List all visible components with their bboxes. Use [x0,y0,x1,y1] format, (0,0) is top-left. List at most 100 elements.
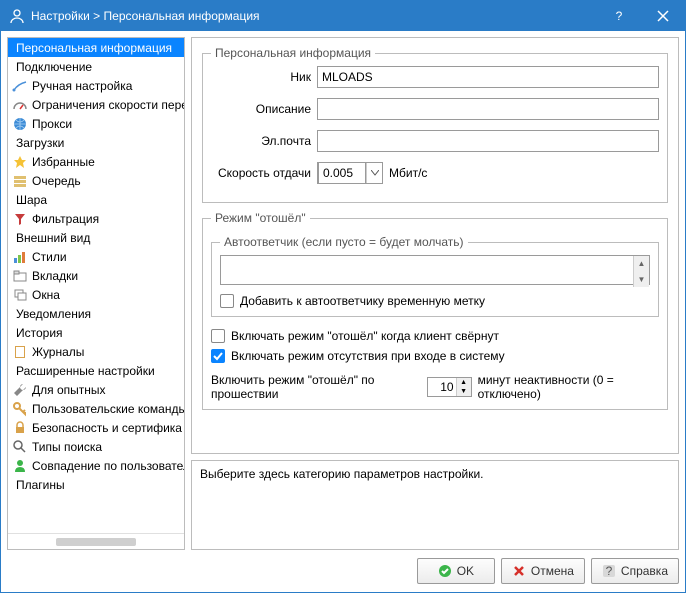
titlebar: Настройки > Персональная информация ? [1,1,685,31]
close-button[interactable] [641,1,685,31]
hint-panel: Выберите здесь категорию параметров наст… [191,460,679,550]
cancel-button-label: Отмена [531,564,574,578]
email-label: Эл.почта [211,134,311,148]
chevron-down-icon[interactable] [366,163,382,183]
personal-info-group: Персональная информация Ник Описание Эл.… [202,46,668,203]
sidebar-item-0[interactable]: Персональная информация [8,38,184,57]
sidebar-item-label: Уведомления [16,307,91,321]
svg-text:?: ? [606,564,613,578]
spinner-down-icon[interactable]: ▼ [457,387,471,396]
sidebar-item-label: Вкладки [32,269,78,283]
cancel-button[interactable]: Отмена [501,558,585,584]
away-on-login-checkbox[interactable] [211,349,225,363]
sidebar-item-8[interactable]: Шара [8,190,184,209]
sidebar-item-label: Фильтрация [32,212,99,226]
sidebar-item-label: Персональная информация [16,41,172,55]
sidebar-item-5[interactable]: Загрузки [8,133,184,152]
lock-icon [12,420,28,436]
sidebar-item-10[interactable]: Внешний вид [8,228,184,247]
hint-text: Выберите здесь категорию параметров наст… [200,467,483,481]
sidebar-item-label: Шара [16,193,47,207]
filter-icon [12,211,28,227]
description-input[interactable] [317,98,659,120]
sidebar-item-20[interactable]: Безопасность и сертифика [8,418,184,437]
sidebar-item-label: Стили [32,250,67,264]
away-on-login-label: Включать режим отсутствия при входе в си… [231,349,505,363]
textarea-scrollbar[interactable]: ▲ ▼ [633,256,649,287]
sidebar-item-1[interactable]: Подключение [8,57,184,76]
away-mode-group: Режим "отошёл" Автоответчик (если пусто … [202,211,668,410]
window-title: Настройки > Персональная информация [31,9,597,23]
sidebar-item-13[interactable]: Окна [8,285,184,304]
sidebar-item-17[interactable]: Расширенные настройки [8,361,184,380]
sidebar-item-4[interactable]: Прокси [8,114,184,133]
sidebar-item-21[interactable]: Типы поиска [8,437,184,456]
idle-minutes-spinner[interactable]: ▲ ▼ [427,377,472,397]
away-mode-legend: Режим "отошёл" [211,211,310,225]
idle-minutes-input[interactable] [428,378,456,396]
sidebar-item-label: Совпадение по пользовател [32,459,184,473]
sidebar-item-label: Безопасность и сертифика [32,421,182,435]
sidebar-item-label: Для опытных [32,383,106,397]
svg-text:?: ? [616,9,623,23]
sidebar-item-11[interactable]: Стили [8,247,184,266]
sidebar-item-19[interactable]: Пользовательские команды [8,399,184,418]
autoresponder-input[interactable] [220,255,650,285]
queue-icon [12,173,28,189]
sidebar-item-16[interactable]: Журналы [8,342,184,361]
user-icon [9,8,25,24]
sidebar-item-7[interactable]: Очередь [8,171,184,190]
help-button[interactable]: ? [597,1,641,31]
category-sidebar: Персональная информация Подключение Ручная… [7,37,185,550]
add-timestamp-checkbox[interactable] [220,294,234,308]
sidebar-item-label: Журналы [32,345,84,359]
key-icon [12,401,28,417]
autoresponder-legend: Автоответчик (если пусто = будет молчать… [220,235,468,249]
sidebar-item-23[interactable]: Плагины [8,475,184,494]
away-on-minimize-checkbox[interactable] [211,329,225,343]
nick-label: Ник [211,70,311,84]
help-footer-button[interactable]: ? Справка [591,558,679,584]
sidebar-item-label: Типы поиска [32,440,102,454]
star-icon [12,154,28,170]
help-footer-label: Справка [621,564,668,578]
ok-button-label: OK [457,564,474,578]
cross-icon [512,564,526,578]
sidebar-item-6[interactable]: Избранные [8,152,184,171]
idle-prefix-label: Включить режим "отошёл" по прошествии [211,373,421,401]
search-icon [12,439,28,455]
ok-button[interactable]: OK [417,558,495,584]
sidebar-item-18[interactable]: Для опытных [8,380,184,399]
sidebar-item-label: Пользовательские команды [32,402,184,416]
nick-input[interactable] [317,66,659,88]
sidebar-item-22[interactable]: Совпадение по пользовател [8,456,184,475]
sidebar-item-label: Расширенные настройки [16,364,155,378]
personal-info-legend: Персональная информация [211,46,375,60]
sidebar-item-label: Ручная настройка [32,79,132,93]
sidebar-item-14[interactable]: Уведомления [8,304,184,323]
spinner-up-icon[interactable]: ▲ [457,378,471,387]
scroll-up-icon[interactable]: ▲ [633,256,649,272]
sidebar-item-12[interactable]: Вкладки [8,266,184,285]
sidebar-item-label: Прокси [32,117,72,131]
sidebar-item-label: История [16,326,63,340]
sidebar-horizontal-scrollbar[interactable] [8,533,184,549]
sidebar-item-9[interactable]: Фильтрация [8,209,184,228]
sidebar-item-label: Внешний вид [16,231,90,245]
sidebar-item-3[interactable]: Ограничения скорости пере [8,95,184,114]
upload-speed-label: Скорость отдачи [211,166,311,180]
user-icon [12,458,28,474]
upload-speed-value[interactable] [318,162,366,184]
upload-speed-combo[interactable] [317,162,383,184]
autoresponder-group: Автоответчик (если пусто = будет молчать… [211,235,659,317]
idle-suffix-label: минут неактивности (0 = отключено) [478,373,659,401]
scroll-down-icon[interactable]: ▼ [633,272,649,288]
tabs-icon [12,268,28,284]
email-input[interactable] [317,130,659,152]
add-timestamp-label: Добавить к автоответчику временную метку [240,294,485,308]
sidebar-item-2[interactable]: Ручная настройка [8,76,184,95]
description-label: Описание [211,102,311,116]
wrench-icon [12,382,28,398]
sidebar-item-15[interactable]: История [8,323,184,342]
check-icon [438,564,452,578]
